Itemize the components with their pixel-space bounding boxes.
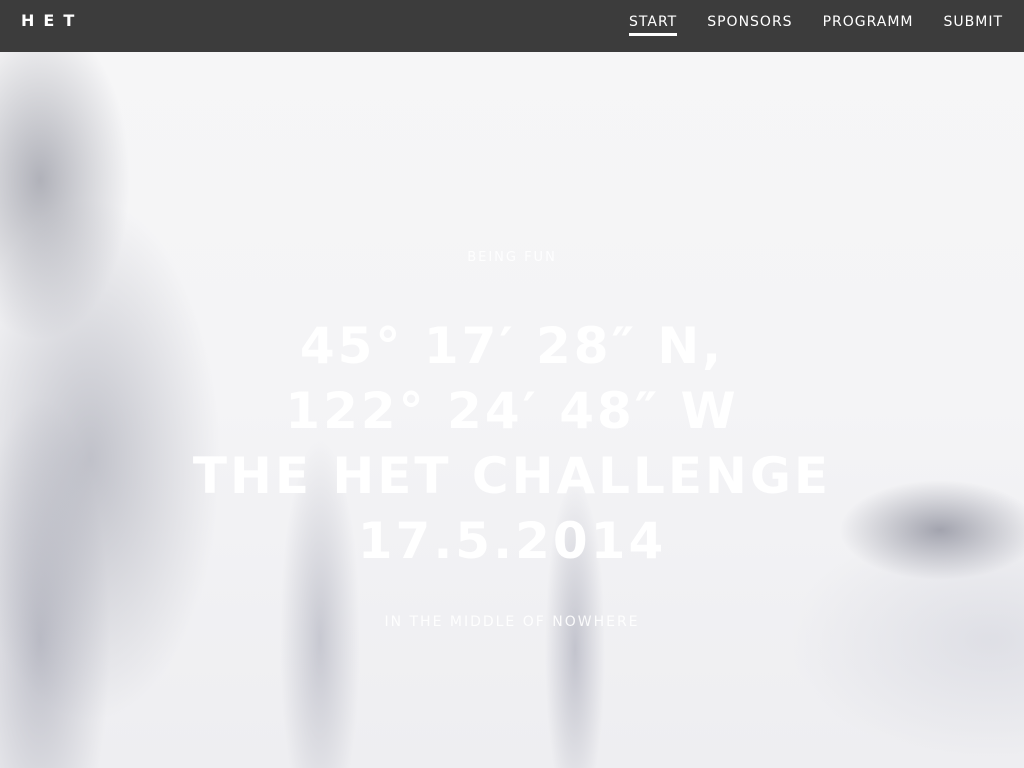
- headline-line-latitude: 45° 17′ 28″ N,: [299, 317, 725, 375]
- nav-item-programm[interactable]: PROGRAMM: [823, 14, 914, 36]
- hero-kicker: BEING FUN: [467, 250, 557, 265]
- nav-item-submit[interactable]: SUBMIT: [944, 14, 1004, 36]
- hero-tagline: IN THE MIDDLE OF NOWHERE: [384, 614, 640, 630]
- nav-menu: START SPONSORS PROGRAMM SUBMIT: [629, 14, 1003, 36]
- site-logo[interactable]: HET: [21, 11, 83, 30]
- hero-content: BEING FUN 45° 17′ 28″ N, 122° 24′ 48″ W …: [0, 250, 1024, 630]
- nav-item-sponsors[interactable]: SPONSORS: [707, 14, 792, 36]
- headline-line-date: 17.5.2014: [357, 512, 667, 570]
- nav-item-start[interactable]: START: [629, 14, 678, 36]
- headline-line-longitude: 122° 24′ 48″ W: [285, 382, 739, 440]
- hero-headline: 45° 17′ 28″ N, 122° 24′ 48″ W THE HET CH…: [0, 314, 1024, 574]
- headline-line-title: THE HET CHALLENGE: [192, 447, 832, 505]
- top-navigation-bar: HET START SPONSORS PROGRAMM SUBMIT: [0, 0, 1024, 52]
